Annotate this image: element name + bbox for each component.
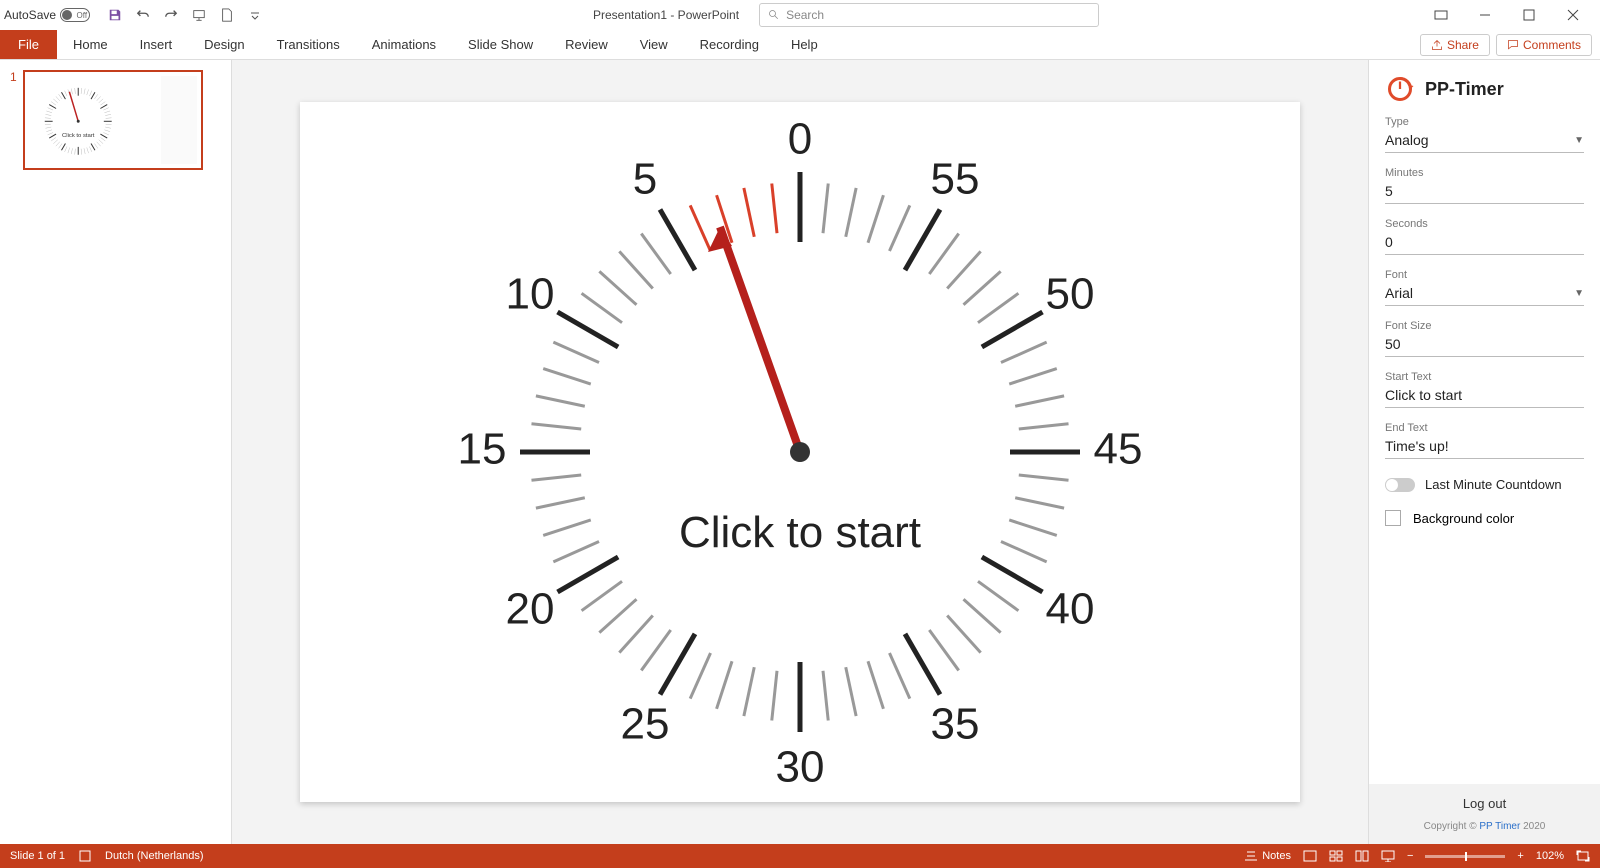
copyright-text: Copyright © PP Timer 2020 [1381,821,1588,832]
clock-num-50: 50 [1046,270,1095,319]
chevron-down-icon: ▼ [1574,135,1584,146]
seconds-label: Seconds [1385,218,1584,230]
logout-button[interactable]: Log out [1381,796,1588,811]
pane-title: PP-Timer [1425,79,1504,100]
clock-num-30: 30 [776,743,825,792]
share-button[interactable]: Share [1420,34,1490,56]
tab-design[interactable]: Design [188,30,260,59]
bgcolor-checkbox[interactable] [1385,510,1401,526]
pp-timer-pane: PP-Timer Type Analog▼ Minutes 5 Seconds … [1368,60,1600,844]
zoom-level[interactable]: 102% [1536,850,1564,862]
autosave-state: Off [77,11,88,20]
maximize-icon[interactable] [1514,3,1544,27]
tab-view[interactable]: View [624,30,684,59]
clock-center [790,442,810,462]
clock-num-40: 40 [1046,585,1095,634]
pptimer-link[interactable]: PP Timer [1479,821,1520,832]
search-input[interactable]: Search [759,3,1099,27]
clock-num-20: 20 [506,585,555,634]
close-icon[interactable] [1558,3,1588,27]
tab-animations[interactable]: Animations [356,30,452,59]
tab-home[interactable]: Home [57,30,124,59]
search-placeholder: Search [786,8,824,22]
starttext-input[interactable]: Click to start [1385,383,1584,408]
clock-num-10: 10 [506,270,555,319]
comment-icon [1507,39,1519,51]
status-bar: Slide 1 of 1 Dutch (Netherlands) Notes −… [0,844,1600,868]
redo-dropdown-icon[interactable] [160,4,182,26]
thumbnail-pane: 1 Click to start [0,60,232,844]
zoom-out-icon[interactable]: − [1407,850,1413,862]
seconds-input[interactable]: 0 [1385,230,1584,255]
endtext-input[interactable]: Time's up! [1385,434,1584,459]
timer-clock[interactable]: 0 5 10 15 20 25 30 35 40 45 50 55 [300,102,1300,802]
autosave-label: AutoSave [4,8,56,22]
slideshow-view-icon[interactable] [1381,850,1395,862]
slide-editor: 0 5 10 15 20 25 30 35 40 45 50 55 [232,60,1368,844]
clock-num-45: 45 [1094,425,1143,474]
undo-icon[interactable] [132,4,154,26]
language-status[interactable]: Dutch (Netherlands) [105,850,203,862]
bgcolor-label: Background color [1413,511,1514,526]
font-select[interactable]: Arial▼ [1385,281,1584,306]
main-area: 1 Click to start [0,60,1600,844]
reading-view-icon[interactable] [1355,850,1369,862]
zoom-in-icon[interactable]: + [1517,850,1523,862]
ribbon-display-icon[interactable] [1426,3,1456,27]
clock-num-15: 15 [458,425,507,474]
title-bar: AutoSave Off Presentation1 - PowerPoint … [0,0,1600,30]
lastmin-label: Last Minute Countdown [1425,477,1562,492]
slide-canvas[interactable]: 0 5 10 15 20 25 30 35 40 45 50 55 [300,102,1300,802]
clock-num-5: 5 [633,155,657,204]
search-icon [768,9,780,21]
ribbon-tabs: File Home Insert Design Transitions Anim… [0,30,1600,60]
tab-insert[interactable]: Insert [124,30,189,59]
lastmin-toggle[interactable] [1385,478,1415,492]
new-file-icon[interactable] [216,4,238,26]
comments-button[interactable]: Comments [1496,34,1592,56]
autosave-toggle[interactable]: AutoSave Off [4,8,90,22]
slideshow-from-start-icon[interactable] [188,4,210,26]
starttext-label: Start Text [1385,371,1584,383]
save-icon[interactable] [104,4,126,26]
pp-timer-logo-icon [1385,74,1415,104]
minimize-icon[interactable] [1470,3,1500,27]
slide-number: 1 [10,70,17,170]
font-label: Font [1385,269,1584,281]
accessibility-icon[interactable] [79,850,91,862]
notes-button[interactable]: Notes [1244,850,1291,862]
type-select[interactable]: Analog▼ [1385,128,1584,153]
fontsize-input[interactable]: 50 [1385,332,1584,357]
chevron-down-icon: ▼ [1574,288,1584,299]
clock-start-text: Click to start [679,508,921,557]
zoom-slider[interactable] [1425,855,1505,858]
qat-customize-icon[interactable] [244,4,266,26]
clock-num-0: 0 [788,115,812,164]
sorter-view-icon[interactable] [1329,850,1343,862]
type-label: Type [1385,116,1584,128]
minutes-label: Minutes [1385,167,1584,179]
slide-thumbnail[interactable]: Click to start [23,70,203,170]
clock-hand [708,227,800,452]
file-tab[interactable]: File [0,30,57,59]
clock-num-25: 25 [621,700,670,749]
fit-to-window-icon[interactable] [1576,850,1590,862]
tab-help[interactable]: Help [775,30,834,59]
clock-num-55: 55 [931,155,980,204]
minutes-input[interactable]: 5 [1385,179,1584,204]
share-icon [1431,39,1443,51]
tab-review[interactable]: Review [549,30,624,59]
tab-transitions[interactable]: Transitions [261,30,356,59]
tab-recording[interactable]: Recording [684,30,775,59]
document-title: Presentation1 - PowerPoint [593,8,739,22]
tab-slideshow[interactable]: Slide Show [452,30,549,59]
clock-num-35: 35 [931,700,980,749]
endtext-label: End Text [1385,422,1584,434]
slide-count[interactable]: Slide 1 of 1 [10,850,65,862]
normal-view-icon[interactable] [1303,850,1317,862]
svg-text:Click to start: Click to start [62,133,95,139]
fontsize-label: Font Size [1385,320,1584,332]
